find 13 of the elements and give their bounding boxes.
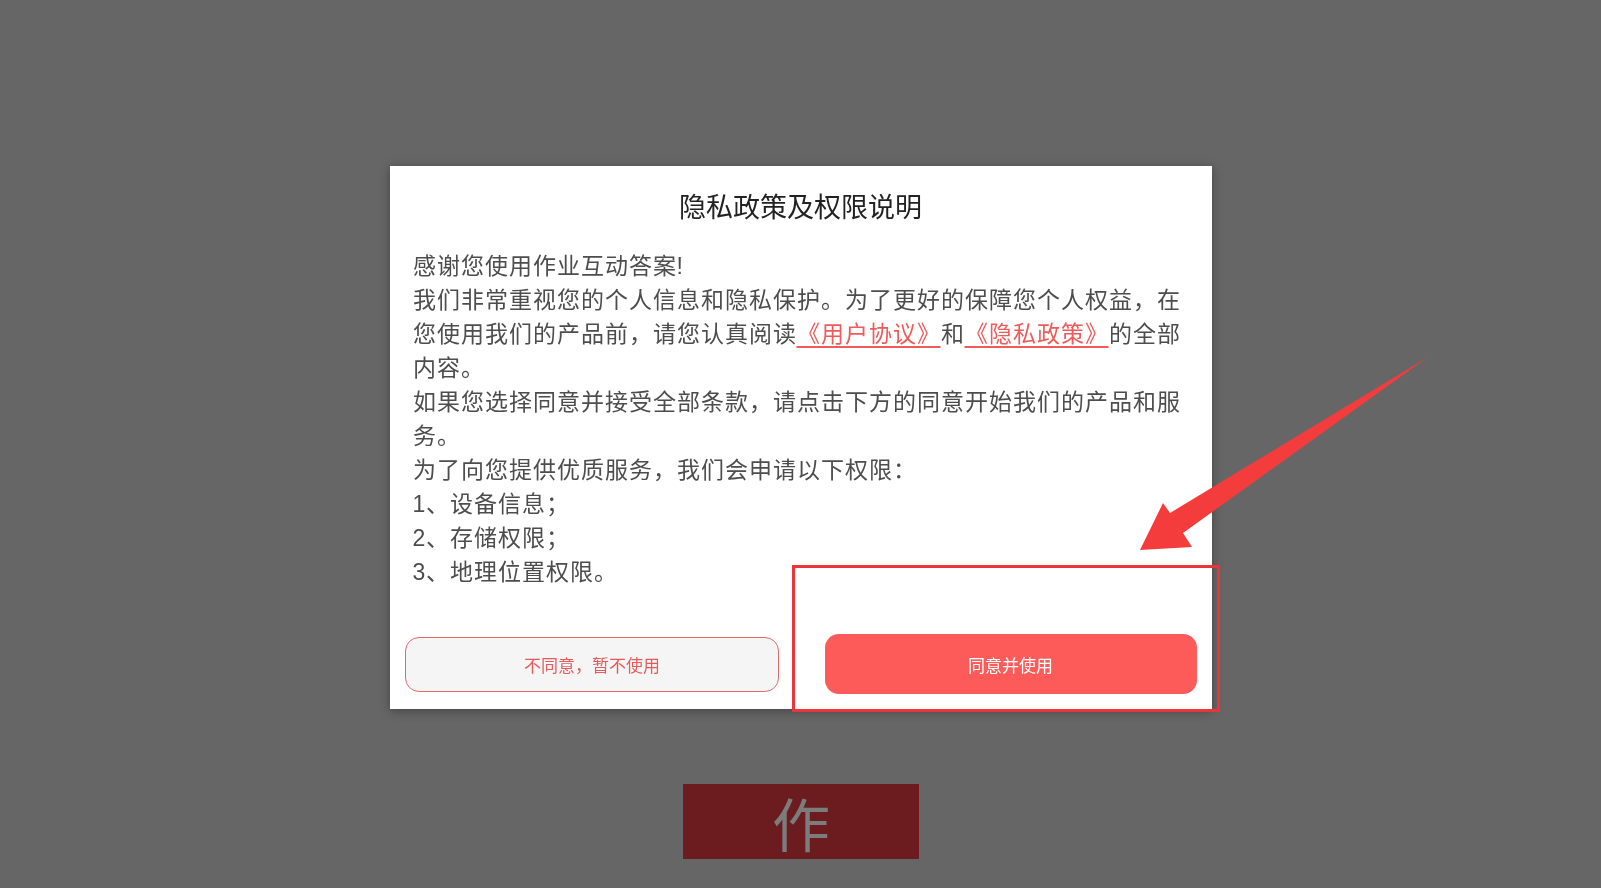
body-paragraph: 3、地理位置权限。 xyxy=(412,558,620,587)
body-paragraph: 如果您选择同意并接受全部条款，请点击下方的同意开始我们的产品和服务。 xyxy=(412,388,1182,451)
body-paragraph: 2、存储权限； xyxy=(412,524,572,553)
policy-link[interactable]: 《隐私政策》 xyxy=(964,321,1109,347)
decline-button[interactable]: 不同意，暂不使用 xyxy=(404,636,779,692)
policy-link[interactable]: 《用户协议》 xyxy=(796,321,941,347)
app-logo: 作 xyxy=(682,784,919,859)
body-paragraph: 1、设备信息； xyxy=(412,490,572,519)
body-paragraph: 为了向您提供优质服务，我们会申请以下权限： xyxy=(412,456,918,485)
body-paragraph: 感谢您使用作业互动答案! xyxy=(412,252,685,281)
body-paragraph: 我们非常重视您的个人信息和隐私保护。为了更好的保障您个人权益，在您使用我们的产品前，请您认真阅读《用户协议》和《隐私政策》的全部内容。 xyxy=(412,286,1182,383)
dialog-title: 隐私政策及权限说明 xyxy=(678,192,923,225)
agree-button[interactable]: 同意并使用 xyxy=(824,634,1197,694)
